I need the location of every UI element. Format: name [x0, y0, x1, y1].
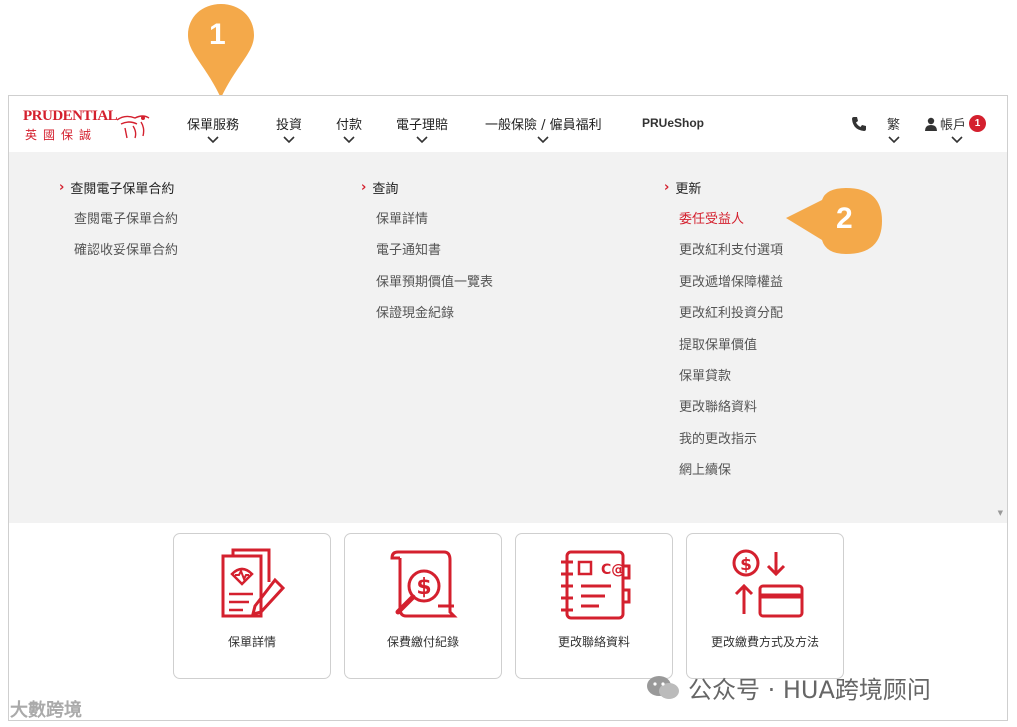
- svg-text:$: $: [416, 575, 431, 600]
- account-menu[interactable]: 帳戶 1: [924, 114, 987, 133]
- card-label: 保單詳情: [227, 635, 276, 649]
- card-change-payment-method[interactable]: $ 更改繳費方式及方法: [686, 533, 844, 679]
- language-switch[interactable]: 繁: [887, 114, 900, 144]
- user-icon: [925, 117, 937, 131]
- nav-label: 一般保險 / 僱員福利: [485, 118, 602, 133]
- callout-1-pin: 1: [185, 2, 257, 102]
- menu-column-update: › 更新 委任受益人 更改紅利支付選項 更改遞增保障權益 更改紅利投資分配 提取…: [664, 178, 783, 496]
- notification-badge: 1: [969, 115, 987, 132]
- chevron-right-icon: ›: [59, 180, 65, 195]
- card-policy-details[interactable]: 保單詳情: [173, 533, 331, 679]
- menu-link[interactable]: 更改紅利支付選項: [679, 244, 783, 275]
- callout-2-pointer: 2: [782, 186, 886, 256]
- menu-heading[interactable]: › 查詢: [361, 178, 493, 197]
- menu-column-e-policy: › 查閱電子保單合約 查閱電子保單合約 確認收妥保單合約: [59, 178, 178, 276]
- menu-link[interactable]: 我的更改指示: [679, 432, 783, 464]
- payment-method-icon: $: [732, 549, 804, 618]
- payment-record-icon: $: [390, 550, 458, 618]
- chevron-right-icon: ›: [664, 180, 670, 195]
- site-header: PRUDENTIAL 英國保誠 保單服務 投資 付款 電子理賠 一般保險 / 僱…: [9, 96, 1007, 152]
- menu-heading-label: 查詢: [372, 182, 399, 197]
- nav-investment[interactable]: 投資: [276, 114, 302, 144]
- logo-text-zh: 英國保誠: [25, 128, 98, 142]
- menu-column-inquiry: › 查詢 保單詳情 電子通知書 保單預期價值一覽表 保證現金紀錄: [361, 178, 493, 339]
- logo-text-en: PRUDENTIAL: [23, 108, 118, 124]
- svg-text:$: $: [740, 555, 752, 575]
- menu-link[interactable]: 確認收妥保單合約: [74, 244, 178, 275]
- menu-link[interactable]: 電子通知書: [376, 244, 493, 275]
- watermark-right-text: 公众号 · HUA跨境顾问: [688, 676, 931, 704]
- scrollbar-arrow-icon[interactable]: ▼: [998, 509, 1003, 517]
- policy-document-icon: [221, 548, 286, 618]
- chevron-right-icon: ›: [361, 180, 367, 195]
- callout-1-number: 1: [209, 18, 226, 51]
- chevron-down-icon: [283, 136, 295, 144]
- menu-link[interactable]: 更改紅利投資分配: [679, 307, 783, 338]
- card-label: 更改繳費方式及方法: [710, 635, 819, 649]
- chevron-down-icon: [537, 136, 549, 144]
- watermark-left-text: 大數跨境: [10, 700, 82, 721]
- card-payment-record[interactable]: $ 保費繳付紀錄: [344, 533, 502, 679]
- menu-link[interactable]: 保證現金紀錄: [376, 307, 493, 338]
- menu-link[interactable]: 更改聯絡資料: [679, 401, 783, 432]
- logo-mark-icon: [116, 115, 150, 139]
- account-label: 帳戶: [940, 118, 967, 133]
- card-label: 保費繳付紀錄: [386, 635, 459, 649]
- menu-link[interactable]: 提取保單價值: [679, 338, 783, 370]
- card-label: 更改聯絡資料: [557, 635, 630, 649]
- chevron-down-icon: [887, 136, 900, 144]
- menu-heading-label: 更新: [675, 182, 702, 197]
- nav-payment[interactable]: 付款: [336, 114, 362, 144]
- menu-link[interactable]: 保單詳情: [376, 212, 493, 244]
- nav-policy-services[interactable]: 保單服務: [187, 114, 239, 144]
- nav-label: 投資: [276, 118, 303, 133]
- chevron-down-icon: [207, 136, 219, 144]
- nav-label: 付款: [336, 118, 363, 133]
- menu-link[interactable]: 保單預期價值一覽表: [376, 275, 493, 307]
- prudential-logo[interactable]: PRUDENTIAL 英國保誠: [23, 108, 153, 142]
- menu-heading-label: 查閱電子保單合約: [70, 182, 175, 197]
- contact-book-icon: C@: [561, 550, 631, 620]
- svg-text:C@: C@: [601, 562, 625, 578]
- chevron-down-icon[interactable]: [951, 136, 963, 144]
- nav-e-claims[interactable]: 電子理賠: [396, 114, 448, 144]
- nav-general-insurance[interactable]: 一般保險 / 僱員福利: [485, 114, 602, 144]
- phone-icon[interactable]: [851, 116, 867, 132]
- chevron-down-icon: [416, 136, 428, 144]
- watermark-right: 公众号 · HUA跨境顾问: [646, 670, 931, 705]
- language-label: 繁: [887, 118, 901, 133]
- menu-link[interactable]: 更改遞增保障權益: [679, 275, 783, 307]
- nav-label: 保單服務: [187, 118, 240, 133]
- watermark-left: 大數跨境: [10, 696, 82, 722]
- wechat-icon: [647, 675, 679, 699]
- menu-link[interactable]: 保單貸款: [679, 369, 783, 401]
- menu-link[interactable]: 網上續保: [679, 464, 783, 495]
- chevron-down-icon: [343, 136, 355, 144]
- menu-link-appoint-beneficiary[interactable]: 委任受益人: [679, 212, 783, 244]
- menu-link[interactable]: 查閱電子保單合約: [74, 212, 178, 244]
- nav-pruesshop[interactable]: PRUeShop: [642, 116, 704, 130]
- menu-heading[interactable]: › 查閱電子保單合約: [59, 178, 178, 197]
- card-update-contact[interactable]: C@ 更改聯絡資料: [515, 533, 673, 679]
- menu-heading[interactable]: › 更新: [664, 178, 783, 197]
- nav-label: 電子理賠: [396, 118, 449, 133]
- callout-2-number: 2: [836, 202, 853, 235]
